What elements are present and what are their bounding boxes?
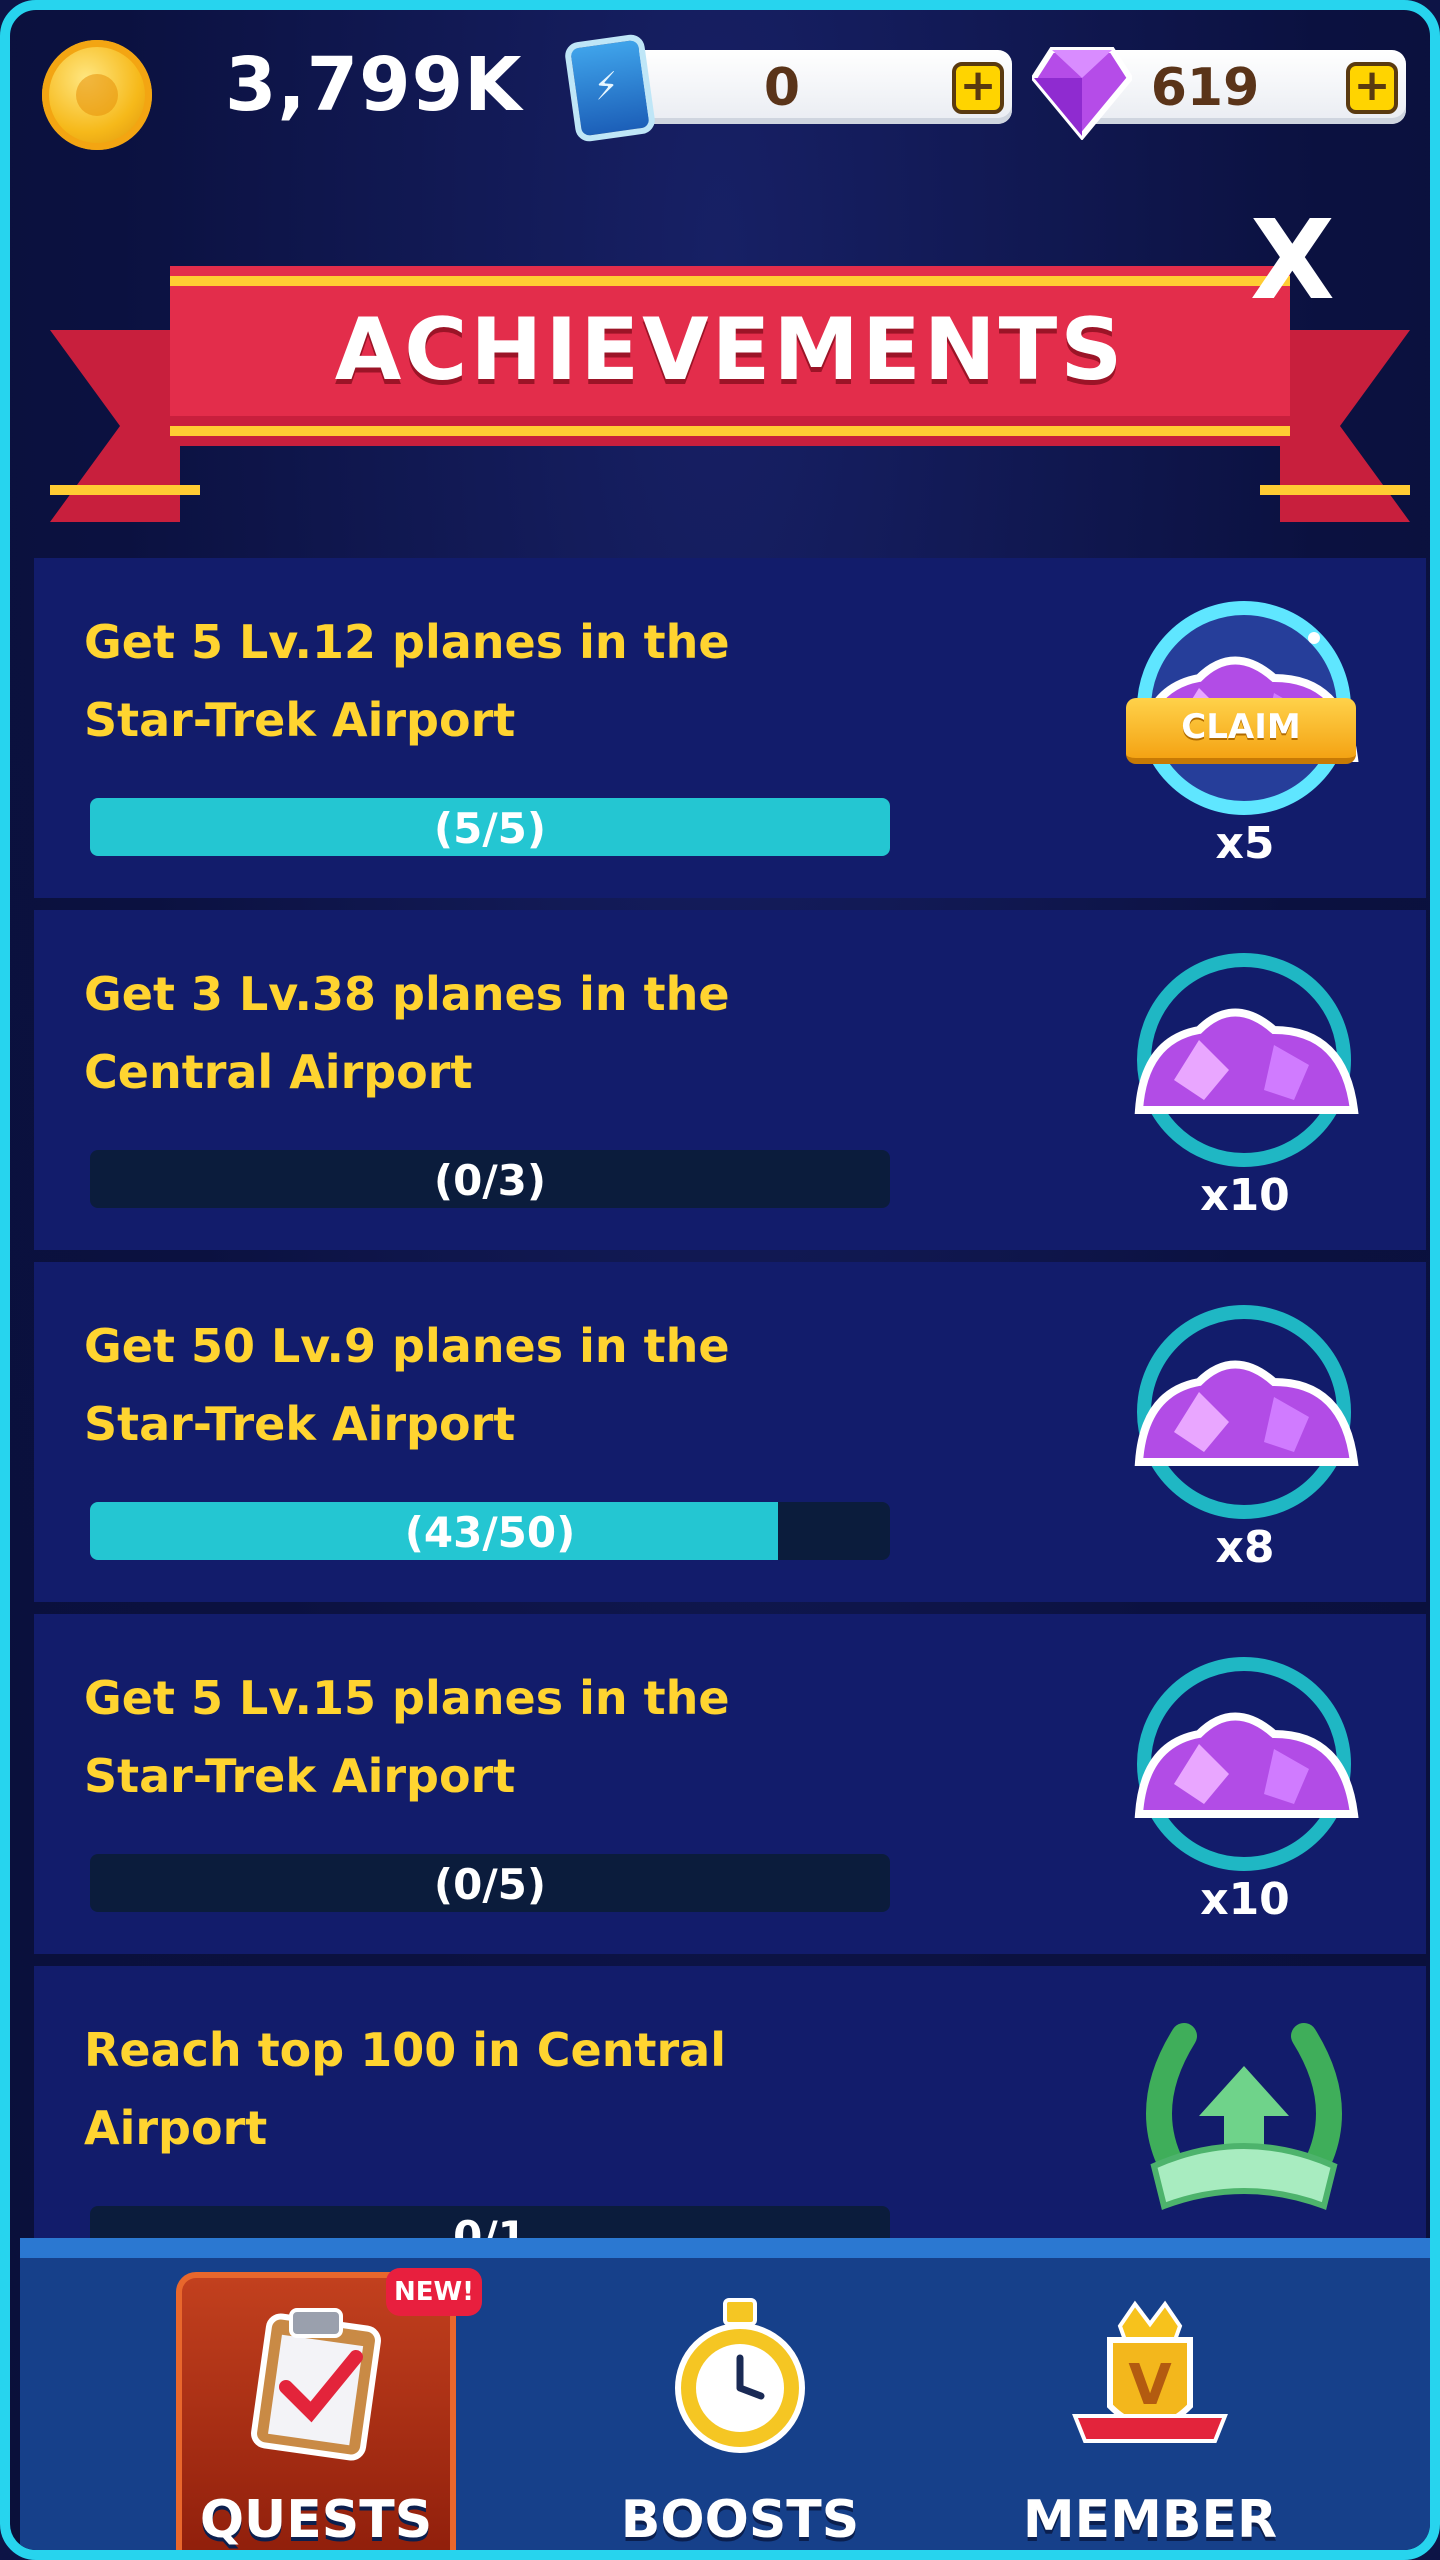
svg-text:V: V [1128,2353,1172,2418]
reward-quantity: x10 [1200,1170,1290,1221]
progress-bar: (0/5) [90,1854,890,1912]
stopwatch-icon [665,2296,815,2460]
game-frame: 3,799K 0 + 619 + ACHIEVEMENTS X [0,0,1440,2560]
tab-boosts-label: BOOSTS [620,2490,860,2550]
achievement-description: Get 3 Lv.38 planes in the Central Airport [84,967,730,1099]
tab-member[interactable]: V MEMBER [1010,2272,1290,2550]
achievement-card: Get 50 Lv.9 planes in the Star-Trek Airpo… [34,1262,1426,1602]
progress-text: (43/50) [404,1508,576,1557]
achievement-description: Get 5 Lv.15 planes in the Star-Trek Airpo… [84,1671,730,1803]
add-tickets-button[interactable]: + [952,62,1004,114]
progress-bar: (0/3) [90,1150,890,1208]
achievement-description: Reach top 100 in Central Airport [84,2023,726,2155]
gem-reward: x8 [1114,1302,1374,1573]
progress-text: (5/5) [433,804,547,853]
gem-reward[interactable]: CLAIM x5 [1114,598,1374,869]
achievement-card: Reach top 100 in Central Airport 0/1 [34,1966,1426,2238]
clipboard-icon [241,2302,391,2466]
close-button[interactable]: X [1250,205,1335,315]
bottom-nav: NEW! QUESTS BOOSTS V MEMBER [20,2238,1430,2550]
vip-crown-icon: V [1065,2296,1235,2460]
claim-button[interactable]: CLAIM [1126,698,1356,764]
progress-bar: (5/5) [90,798,890,856]
progress-text: (0/3) [433,1156,547,1205]
laurel-badge-icon [1114,2006,1374,2238]
reward-quantity: x10 [1200,1874,1290,1925]
achievement-card: Get 5 Lv.15 planes in the Star-Trek Airpo… [34,1614,1426,1954]
achievement-list[interactable]: Get 5 Lv.12 planes in the Star-Trek Airpo… [34,558,1426,2238]
nav-divider [20,2238,1430,2258]
achievement-description: Get 5 Lv.12 planes in the Star-Trek Airpo… [84,615,730,747]
tab-member-label: MEMBER [1022,2490,1278,2550]
tab-quests[interactable]: NEW! QUESTS [176,2268,482,2550]
coin-icon [42,40,152,150]
tickets-counter: 0 [763,58,801,118]
tickets-pill: 0 + [622,50,1012,124]
reward-quantity: x8 [1215,1522,1275,1573]
tab-boosts[interactable]: BOOSTS [600,2272,880,2550]
page-title: ACHIEVEMENTS [334,300,1126,400]
achievements-banner: ACHIEVEMENTS [50,260,1410,560]
achievement-description: Get 50 Lv.9 planes in the Star-Trek Airpo… [84,1319,730,1451]
achievement-card: Get 3 Lv.38 planes in the Central Airport… [34,910,1426,1250]
progress-bar: 0/1 [90,2206,890,2238]
achievement-card: Get 5 Lv.12 planes in the Star-Trek Airpo… [34,558,1426,898]
reward-quantity: x5 [1215,818,1275,869]
new-badge: NEW! [386,2268,482,2316]
add-gems-button[interactable]: + [1346,62,1398,114]
gem-reward: x10 [1114,1654,1374,1925]
progress-bar: (43/50) [90,1502,890,1560]
gem-reward: x10 [1114,950,1374,1221]
progress-text: 0/1 [453,2212,527,2238]
tab-quests-label: QUESTS [199,2490,433,2550]
progress-text: (0/5) [433,1860,547,1909]
ticket-icon [563,32,657,144]
coins-counter: 3,799K [225,42,523,128]
